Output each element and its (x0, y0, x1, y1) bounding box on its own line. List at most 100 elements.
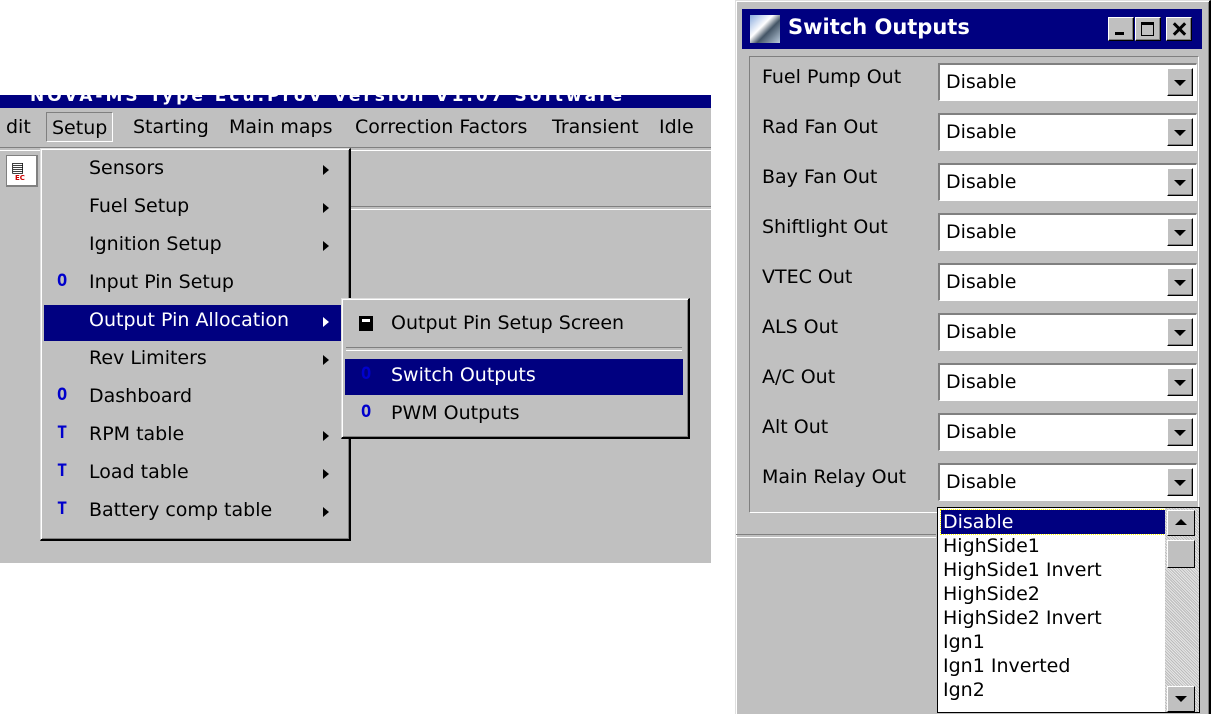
menu-main-maps[interactable]: Main maps (229, 116, 333, 138)
combo-value: Disable (946, 321, 1017, 343)
submenu-arrow-icon (323, 355, 329, 365)
table-t-icon: T (57, 423, 68, 443)
list-item[interactable]: Ign1 (941, 630, 987, 654)
app-title-bar: NOVA-MS Type Ecu.ProV Version V1.07 Soft… (0, 95, 711, 108)
menu-item-pwm-outputs[interactable]: O PWM Outputs (345, 397, 683, 433)
ac-out-select[interactable]: Disable (938, 363, 1197, 401)
combo-value: Disable (946, 271, 1017, 293)
menu-item-battery-comp-table[interactable]: T Battery comp table (44, 495, 346, 531)
output-row-alt: Alt Out Disable (750, 407, 1198, 451)
dropdown-arrow-icon[interactable] (1167, 368, 1193, 396)
menu-setup[interactable]: Setup (46, 112, 114, 142)
output-o-icon: O (57, 385, 68, 405)
vtec-out-select[interactable]: Disable (938, 263, 1197, 301)
fuel-pump-out-select[interactable]: Disable (938, 63, 1197, 101)
menu-item-label: Switch Outputs (391, 364, 536, 386)
menu-item-label: Sensors (89, 157, 165, 179)
rad-fan-out-select[interactable]: Disable (938, 113, 1197, 151)
submenu-arrow-icon (323, 469, 329, 479)
dropdown-arrow-icon[interactable] (1167, 118, 1193, 146)
combo-value: Disable (946, 171, 1017, 193)
menu-correction-factors[interactable]: Correction Factors (355, 116, 527, 138)
combo-value: Disable (946, 221, 1017, 243)
list-item[interactable]: HighSide1 Invert (941, 558, 1104, 582)
submenu-arrow-icon (323, 507, 329, 517)
menu-item-label: Output Pin Allocation (89, 309, 290, 331)
submenu-arrow-icon (323, 431, 329, 441)
menu-item-ignition-setup[interactable]: Ignition Setup (44, 229, 346, 265)
dropdown-arrow-icon[interactable] (1167, 168, 1193, 196)
menu-item-dashboard[interactable]: O Dashboard (44, 381, 346, 417)
list-item[interactable]: Ign1 Inverted (941, 654, 1072, 678)
setup-menu: Sensors Fuel Setup Ignition Setup O Inpu… (40, 148, 351, 541)
window-divider (736, 534, 936, 538)
dropdown-arrow-icon[interactable] (1167, 68, 1193, 96)
menu-item-output-pin-setup-screen[interactable]: Output Pin Setup Screen (345, 307, 683, 343)
list-item[interactable]: Disable (940, 509, 1168, 535)
menu-transient[interactable]: Transient (552, 116, 639, 138)
window-title: Switch Outputs (788, 15, 970, 39)
window-title-bar[interactable]: Switch Outputs (742, 9, 1202, 49)
menu-item-label: Input Pin Setup (89, 271, 234, 293)
output-o-icon: O (57, 271, 68, 291)
combo-value: Disable (946, 471, 1017, 493)
menu-bar: dit Setup Starting Main maps Correction … (0, 108, 711, 146)
window-app-icon (750, 15, 780, 43)
menu-item-label: Load table (89, 461, 189, 483)
menu-item-rev-limiters[interactable]: Rev Limiters (44, 343, 346, 379)
dropdown-arrow-icon[interactable] (1167, 318, 1193, 346)
bay-fan-out-select[interactable]: Disable (938, 163, 1197, 201)
row-label: A/C Out (762, 366, 836, 388)
menu-item-switch-outputs[interactable]: O Switch Outputs (345, 359, 683, 395)
menu-item-load-table[interactable]: T Load table (44, 457, 346, 493)
output-pin-submenu: Output Pin Setup Screen O Switch Outputs… (341, 298, 690, 439)
menu-starting[interactable]: Starting (133, 116, 209, 138)
main-relay-dropdown-list[interactable]: Disable HighSide1 HighSide1 Invert HighS… (937, 507, 1200, 713)
ecu-icon: EC (15, 174, 25, 182)
output-row-fuel-pump: Fuel Pump Out Disable (750, 57, 1198, 101)
combo-value: Disable (946, 371, 1017, 393)
submenu-arrow-icon (323, 317, 329, 327)
maximize-icon[interactable] (1135, 17, 1161, 41)
shiftlight-out-select[interactable]: Disable (938, 213, 1197, 251)
menu-item-label: Battery comp table (89, 499, 273, 521)
list-item[interactable]: HighSide1 (941, 534, 1042, 558)
dropdown-arrow-icon[interactable] (1167, 218, 1193, 246)
alt-out-select[interactable]: Disable (938, 413, 1197, 451)
list-item[interactable]: HighSide2 (941, 582, 1042, 606)
minimize-icon[interactable] (1108, 17, 1134, 41)
list-scrollbar[interactable] (1165, 508, 1199, 712)
menu-item-output-pin-allocation[interactable]: Output Pin Allocation (44, 305, 346, 341)
menu-item-fuel-setup[interactable]: Fuel Setup (44, 191, 346, 227)
app-title: NOVA-MS Type Ecu.ProV Version V1.07 Soft… (30, 95, 625, 106)
ecu-toolbar-button[interactable]: ▤ EC (6, 155, 38, 187)
output-o-icon: O (361, 364, 372, 384)
submenu-arrow-icon (323, 203, 329, 213)
menu-item-label: Ignition Setup (89, 233, 222, 255)
menu-item-label: RPM table (89, 423, 185, 445)
scroll-up-icon[interactable] (1167, 510, 1195, 536)
row-label: VTEC Out (762, 266, 853, 288)
dropdown-arrow-icon[interactable] (1167, 268, 1193, 296)
main-relay-out-select[interactable]: Disable (938, 463, 1197, 501)
row-label: Alt Out (762, 416, 829, 438)
table-t-icon: T (57, 461, 68, 481)
close-icon[interactable] (1166, 17, 1192, 41)
output-row-vtec: VTEC Out Disable (750, 257, 1198, 301)
menu-idle[interactable]: Idle (659, 116, 694, 138)
scroll-thumb[interactable] (1167, 540, 1195, 568)
dropdown-arrow-icon[interactable] (1167, 468, 1193, 496)
menu-item-sensors[interactable]: Sensors (44, 153, 346, 189)
output-row-ac: A/C Out Disable (750, 357, 1198, 401)
scroll-down-icon[interactable] (1167, 686, 1195, 712)
list-item[interactable]: Ign2 (941, 678, 987, 702)
output-o-icon: O (361, 402, 372, 422)
output-row-rad-fan: Rad Fan Out Disable (750, 107, 1198, 151)
dropdown-arrow-icon[interactable] (1167, 418, 1193, 446)
menu-item-rpm-table[interactable]: T RPM table (44, 419, 346, 455)
menu-item-input-pin-setup[interactable]: O Input Pin Setup (44, 267, 346, 303)
als-out-select[interactable]: Disable (938, 313, 1197, 351)
submenu-arrow-icon (323, 241, 329, 251)
menu-edit[interactable]: dit (6, 116, 31, 138)
list-item[interactable]: HighSide2 Invert (941, 606, 1104, 630)
